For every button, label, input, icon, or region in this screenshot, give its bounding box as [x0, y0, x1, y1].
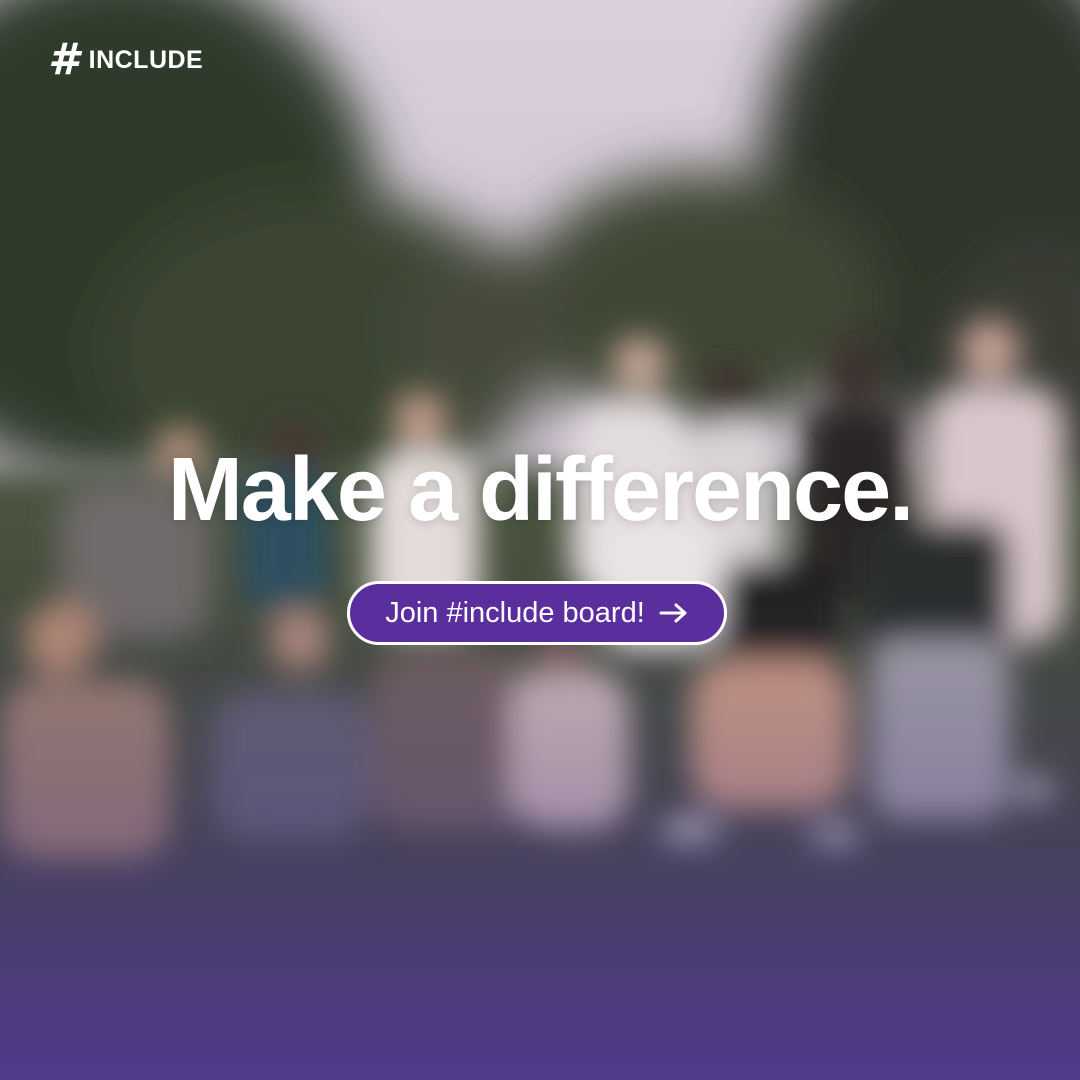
join-board-button-label: Join #include board!	[385, 596, 645, 629]
join-board-button[interactable]: Join #include board!	[347, 581, 727, 645]
post-canvas: # INCLUDE Make a difference. Join #inclu…	[0, 0, 1080, 1080]
hashtag-icon: #	[48, 34, 79, 85]
headline: Make a difference.	[167, 440, 914, 540]
background-photo	[0, 0, 1080, 1080]
arrow-right-icon	[659, 603, 687, 623]
brand-logo: # INCLUDE	[48, 38, 203, 82]
brand-name: INCLUDE	[88, 45, 204, 74]
